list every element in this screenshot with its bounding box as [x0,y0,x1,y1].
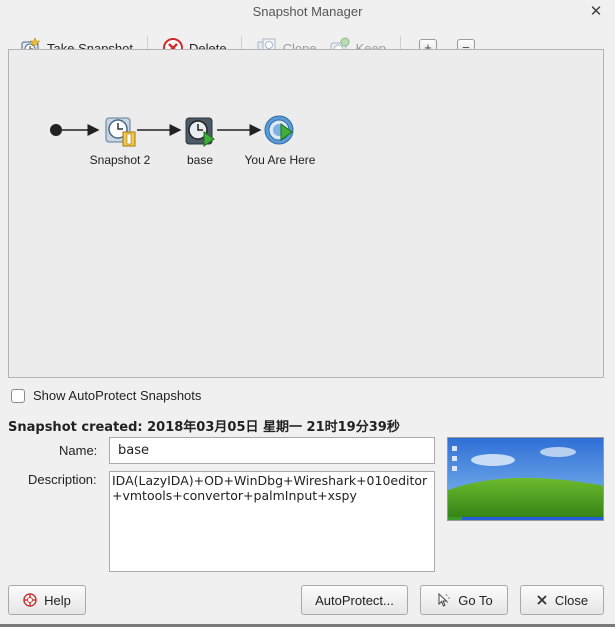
window-close-icon[interactable]: ✕ [587,3,605,21]
show-autoprotect-label: Show AutoProtect Snapshots [33,388,202,403]
snapshot-tree-graph [50,124,262,136]
help-lifebuoy-icon [23,593,37,607]
autoprotect-button[interactable]: AutoProtect... [301,585,408,615]
snapshot-created-text: Snapshot created: 2018年03月05日 星期一 21时19分… [8,420,400,435]
close-icon [536,594,548,606]
current-state-icon[interactable] [263,113,297,147]
snapshot-label[interactable]: base [169,153,231,167]
checkbox-box[interactable] [11,388,25,403]
help-label: Help [44,592,71,608]
snapshot-label[interactable]: Snapshot 2 [79,153,161,167]
description-label: Description: [28,472,97,487]
autoprotect-label: AutoProtect... [315,592,394,608]
description-field[interactable]: IDA(LazyIDA)+OD+WinDbg+Wireshark+010edit… [109,471,435,572]
show-autoprotect-checkbox[interactable]: Show AutoProtect Snapshots [11,388,201,403]
name-field[interactable]: base [109,437,435,464]
snapshot-label[interactable]: You Are Here [235,153,325,167]
snapshot-thumbnail [447,437,604,521]
close-label: Close [554,592,589,608]
window-title: Snapshot Manager [252,4,363,19]
help-button[interactable]: Help [8,585,86,615]
window-titlebar: Snapshot Manager ✕ [0,0,615,26]
name-label: Name: [59,443,98,458]
go-to-label: Go To [458,592,493,608]
go-to-button[interactable]: Go To [420,585,508,615]
close-button[interactable]: Close [520,585,604,615]
root-node [50,124,62,136]
snapshot-tree-canvas[interactable]: Snapshot 2 base You Are Here [8,49,604,378]
go-to-icon [435,592,451,608]
snapshot-base-icon[interactable] [183,114,217,148]
snapshot-clock-icon[interactable] [103,114,137,148]
